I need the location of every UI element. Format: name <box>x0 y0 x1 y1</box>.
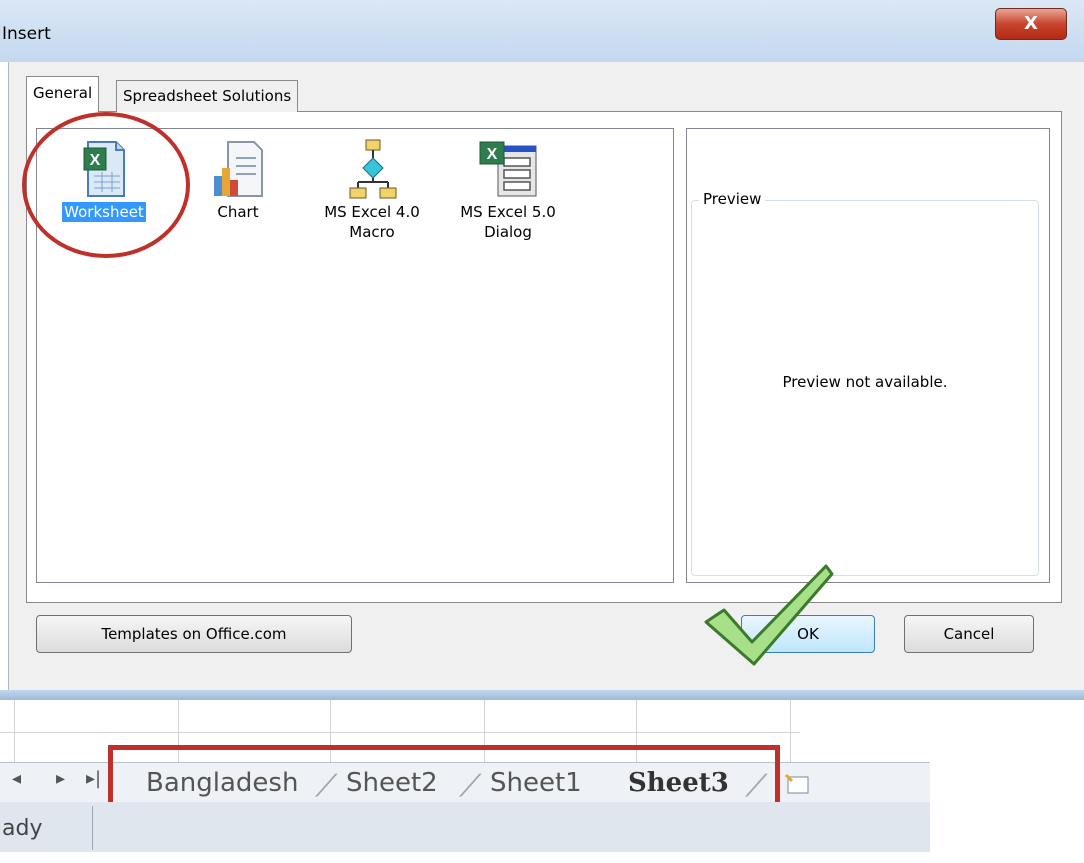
status-text: ady <box>2 816 43 841</box>
annotation-circle <box>22 112 190 258</box>
close-button[interactable]: X <box>995 8 1067 40</box>
item-excel4-macro[interactable]: MS Excel 4.0 Macro <box>312 138 432 242</box>
preview-label: Preview <box>699 190 766 208</box>
title-bar <box>0 0 1084 62</box>
preview-message: Preview not available. <box>782 373 948 391</box>
macro-icon <box>340 138 404 202</box>
scroll-last-icon[interactable]: ▸| <box>86 768 101 789</box>
item-label: MS Excel 4.0 Macro <box>324 203 420 241</box>
scroll-right-icon[interactable]: ▸ <box>56 768 65 789</box>
grid-line <box>14 700 15 762</box>
grid-line <box>0 732 800 733</box>
status-bar <box>0 802 930 852</box>
svg-text:X: X <box>487 146 498 163</box>
dialog-title: Insert <box>2 24 51 44</box>
insert-sheet-icon[interactable] <box>784 773 812 801</box>
grid-line <box>790 700 791 762</box>
item-label: Chart <box>217 203 259 221</box>
tab-spreadsheet-solutions[interactable]: Spreadsheet Solutions <box>116 80 299 112</box>
item-label: MS Excel 5.0 Dialog <box>460 203 556 241</box>
checkmark-icon <box>704 564 834 666</box>
item-excel5-dialog[interactable]: X MS Excel 5.0 Dialog <box>448 138 568 242</box>
cancel-button[interactable]: Cancel <box>904 615 1034 653</box>
chart-icon <box>206 138 270 202</box>
dialog-frame-bottom <box>0 690 1084 700</box>
item-chart[interactable]: Chart <box>178 138 298 222</box>
status-divider <box>92 806 93 850</box>
templates-office-button[interactable]: Templates on Office.com <box>36 615 352 653</box>
scroll-left-icon[interactable]: ◂ <box>12 768 21 789</box>
dialog-icon: X <box>476 138 540 202</box>
tab-general[interactable]: General <box>26 76 100 112</box>
